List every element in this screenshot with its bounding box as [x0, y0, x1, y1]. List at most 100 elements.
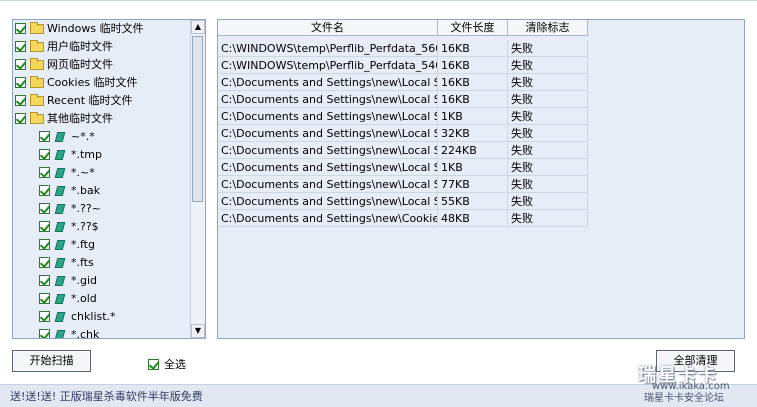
tree-item-label: ~*.* [71, 130, 95, 143]
tree-item[interactable]: *.gid [13, 272, 189, 290]
file-path-cell: C:\Documents and Settings\new\Local Se..… [218, 125, 438, 142]
file-type-icon [54, 150, 66, 160]
tree-item-checkbox[interactable] [15, 59, 26, 70]
tree-item[interactable]: 网页临时文件 [13, 56, 189, 74]
file-path-cell: C:\Documents and Settings\new\Local Se..… [218, 159, 438, 176]
clear-status-cell: 失败 [508, 142, 588, 159]
promo-link[interactable]: 送!送!送! 正版瑞星杀毒软件半年版免费 [10, 388, 203, 404]
tree-item-label: *.tmp [71, 148, 103, 161]
tree-item-label: Windows 临时文件 [47, 22, 144, 35]
tree-item-checkbox[interactable] [15, 41, 26, 52]
column-header-filename[interactable]: 文件名 [218, 20, 438, 36]
file-size-cell: 32KB [438, 125, 508, 142]
tree-item[interactable]: *.~* [13, 164, 189, 182]
tree-item-label: *.??~ [71, 202, 101, 215]
tree-item-checkbox[interactable] [39, 203, 50, 214]
file-type-icon [54, 222, 66, 232]
tree-item[interactable]: 其他临时文件 [13, 110, 189, 128]
tree-item-checkbox[interactable] [39, 167, 50, 178]
tree-item-checkbox[interactable] [15, 113, 26, 124]
file-path-cell: C:\Documents and Settings\new\Local Se..… [218, 108, 438, 125]
file-row[interactable]: C:\Documents and Settings\new\Local Se..… [218, 142, 588, 159]
file-row[interactable]: C:\Documents and Settings\new\Local Se..… [218, 193, 588, 210]
file-row[interactable]: C:\Documents and Settings\new\Local Se..… [218, 159, 588, 176]
tree-item-checkbox[interactable] [15, 23, 26, 34]
file-row[interactable]: C:\WINDOWS\temp\Perflib_Perfdata_540... 1… [218, 57, 588, 74]
scroll-up-arrow-icon[interactable]: ▲ [191, 20, 205, 34]
clear-status-cell: 失败 [508, 159, 588, 176]
watermark-forum: 瑞星卡卡安全论坛 [644, 393, 724, 404]
tree-list: Windows 临时文件用户临时文件 网页临时文件 Cookies 临时文件 Rece… [13, 20, 189, 339]
tree-item-checkbox[interactable] [15, 95, 26, 106]
tree-item-label: *.~* [71, 166, 95, 179]
file-type-icon [54, 276, 66, 286]
clear-status-cell: 失败 [508, 108, 588, 125]
file-size-cell: 1KB [438, 108, 508, 125]
tree-item[interactable]: Windows 临时文件 [13, 20, 189, 38]
clear-status-cell: 失败 [508, 125, 588, 142]
file-type-icon [54, 132, 66, 142]
tree-item[interactable]: *.chk [13, 326, 189, 339]
tree-item[interactable]: *.bak [13, 182, 189, 200]
tree-item-label: *.chk [71, 328, 100, 339]
tree-item-checkbox[interactable] [39, 275, 50, 286]
tree-item-checkbox[interactable] [15, 77, 26, 88]
select-all-check-icon[interactable] [148, 359, 159, 370]
clear-status-cell: 失败 [508, 193, 588, 210]
folder-icon [30, 112, 44, 124]
file-row[interactable]: C:\Documents and Settings\new\Local Se..… [218, 176, 588, 193]
file-list-panel: 文件名 文件长度 清除标志 C:\WINDOWS\temp\Perflib_Pe… [217, 19, 745, 339]
file-row[interactable]: C:\Documents and Settings\new\Local Se..… [218, 74, 588, 91]
tree-item[interactable]: *.??~ [13, 200, 189, 218]
tree-item[interactable]: ~*.* [13, 128, 189, 146]
folder-icon [30, 40, 44, 52]
file-row[interactable]: C:\Documents and Settings\new\Local Se..… [218, 108, 588, 125]
file-row[interactable]: C:\WINDOWS\temp\Perflib_Perfdata_560... 1… [218, 40, 588, 57]
clear-status-cell: 失败 [508, 57, 588, 74]
clear-status-cell: 失败 [508, 74, 588, 91]
tree-item-checkbox[interactable] [39, 131, 50, 142]
scroll-thumb[interactable] [192, 36, 203, 202]
tree-item-checkbox[interactable] [39, 257, 50, 268]
file-size-cell: 16KB [438, 91, 508, 108]
tree-item[interactable]: *.??$ [13, 218, 189, 236]
file-type-icon [54, 312, 66, 322]
tree-scrollbar[interactable]: ▲ ▼ [190, 20, 205, 338]
file-type-icon [54, 186, 66, 196]
column-header-clear-flag[interactable]: 清除标志 [508, 20, 588, 36]
tree-item-label: *.??$ [71, 220, 99, 233]
tree-item[interactable]: *.tmp [13, 146, 189, 164]
window: Windows 临时文件用户临时文件 网页临时文件 Cookies 临时文件 Rece… [0, 0, 757, 407]
tree-item-checkbox[interactable] [39, 293, 50, 304]
tree-item-label: *.gid [71, 274, 98, 287]
tree-item[interactable]: *.fts [13, 254, 189, 272]
tree-item-checkbox[interactable] [39, 185, 50, 196]
clear-status-cell: 失败 [508, 176, 588, 193]
column-header-filesize[interactable]: 文件长度 [438, 20, 508, 36]
watermark-logo: 瑞星卡卡 www.ikaka.com 瑞星卡卡安全论坛 [630, 359, 750, 404]
file-size-cell: 77KB [438, 176, 508, 193]
file-path-cell: C:\Documents and Settings\new\Local Se..… [218, 176, 438, 193]
file-row[interactable]: C:\Documents and Settings\new\Local Se..… [218, 125, 588, 142]
tree-item[interactable]: *.old [13, 290, 189, 308]
scroll-down-arrow-icon[interactable]: ▼ [191, 324, 205, 338]
tree-item-checkbox[interactable] [39, 149, 50, 160]
tree-item-checkbox[interactable] [39, 311, 50, 322]
tree-item[interactable]: Recent 临时文件 [13, 92, 189, 110]
file-path-cell: C:\Documents and Settings\new\Local Se..… [218, 142, 438, 159]
tree-item[interactable]: *.ftg [13, 236, 189, 254]
file-list-rows: C:\WINDOWS\temp\Perflib_Perfdata_560... 1… [218, 40, 588, 227]
file-path-cell: C:\Documents and Settings\new\Local Se..… [218, 91, 438, 108]
tree-item-checkbox[interactable] [39, 239, 50, 250]
file-row[interactable]: C:\Documents and Settings\new\Cookies\..… [218, 210, 588, 227]
tree-item-checkbox[interactable] [39, 329, 50, 338]
file-type-icon [54, 240, 66, 250]
file-size-cell: 55KB [438, 193, 508, 210]
tree-item[interactable]: 用户临时文件 [13, 38, 189, 56]
file-size-cell: 16KB [438, 74, 508, 91]
file-row[interactable]: C:\Documents and Settings\new\Local Se..… [218, 91, 588, 108]
start-scan-button[interactable]: 开始扫描 [12, 350, 91, 372]
tree-item-checkbox[interactable] [39, 221, 50, 232]
tree-item[interactable]: Cookies 临时文件 [13, 74, 189, 92]
tree-item[interactable]: chklist.* [13, 308, 189, 326]
